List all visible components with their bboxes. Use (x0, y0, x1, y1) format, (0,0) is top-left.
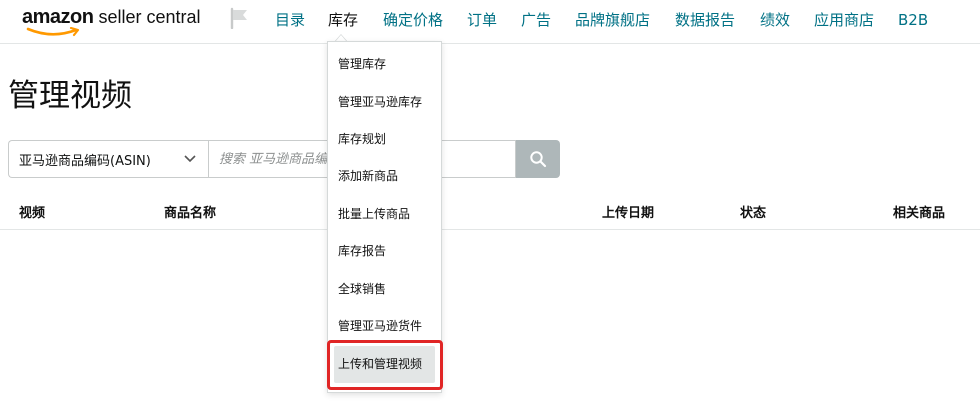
search-button[interactable] (516, 140, 560, 178)
nav-performance[interactable]: 绩效 (760, 0, 790, 44)
top-navigation-bar: amazon seller central 目录 库存 确定价格 订单 广告 品… (0, 0, 980, 44)
search-icon (530, 151, 547, 168)
column-upload-date[interactable]: 上传日期 (602, 202, 654, 221)
nav-reports[interactable]: 数据报告 (675, 0, 735, 44)
nav-orders[interactable]: 订单 (467, 0, 497, 44)
menu-item-inventory-reports[interactable]: 库存报告 (328, 233, 441, 270)
search-bar: 亚马逊商品编码(ASIN) (8, 140, 560, 178)
menu-item-inventory-planning[interactable]: 库存规划 (328, 121, 441, 158)
column-status[interactable]: 状态 (740, 202, 766, 221)
nav-stores[interactable]: 品牌旗舰店 (575, 0, 650, 44)
flag-icon[interactable] (228, 7, 250, 29)
inventory-dropdown-menu: 管理库存 管理亚马逊库存 库存规划 添加新商品 批量上传商品 库存报告 全球销售… (327, 41, 442, 393)
nav-b2b[interactable]: B2B (898, 0, 928, 44)
amazon-seller-central-logo[interactable]: amazon seller central (22, 6, 201, 37)
table-header: 视频 商品名称 上传日期 状态 相关商品 (0, 190, 980, 230)
menu-item-manage-fba-inventory[interactable]: 管理亚马逊库存 (328, 84, 441, 121)
page-title: 管理视频 (8, 78, 132, 114)
amazon-smile-icon (26, 27, 80, 37)
nav-pricing[interactable]: 确定价格 (383, 0, 443, 44)
chevron-down-icon (184, 155, 196, 163)
column-product-name[interactable]: 商品名称 (164, 202, 216, 221)
menu-item-add-product[interactable]: 添加新商品 (328, 158, 441, 195)
column-related-products[interactable]: 相关商品 (893, 202, 945, 221)
menu-item-manage-shipments[interactable]: 管理亚马逊货件 (328, 308, 441, 345)
menu-item-bulk-upload[interactable]: 批量上传商品 (328, 196, 441, 233)
column-video[interactable]: 视频 (19, 202, 45, 221)
nav-catalog[interactable]: 目录 (275, 0, 305, 44)
menu-item-upload-manage-videos[interactable]: 上传和管理视频 (334, 346, 435, 383)
nav-app-store[interactable]: 应用商店 (814, 0, 874, 44)
menu-item-global-selling[interactable]: 全球销售 (328, 271, 441, 308)
nav-advertising[interactable]: 广告 (521, 0, 551, 44)
logo-amazon-text: amazon (22, 6, 94, 28)
menu-item-manage-inventory[interactable]: 管理库存 (328, 46, 441, 83)
search-type-select[interactable]: 亚马逊商品编码(ASIN) (8, 140, 208, 178)
logo-seller-central-text: seller central (98, 7, 201, 27)
search-type-value: 亚马逊商品编码(ASIN) (19, 153, 151, 169)
